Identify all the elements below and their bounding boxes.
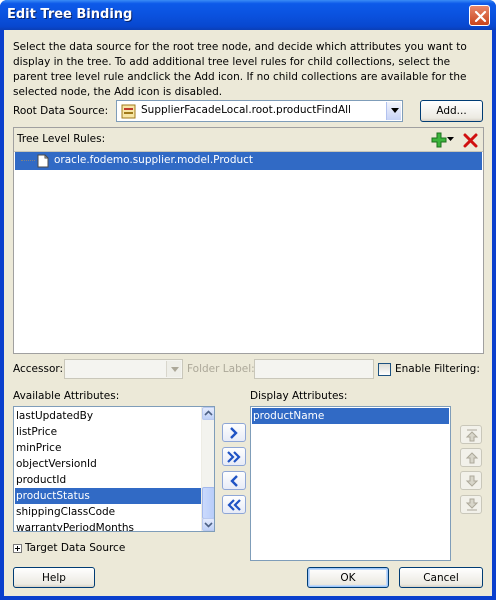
add-dropdown-icon[interactable] bbox=[447, 137, 454, 142]
scroll-down-button[interactable] bbox=[202, 518, 214, 531]
description-text: Select the data source for the root tree… bbox=[13, 41, 467, 98]
double-arrow-right-icon bbox=[227, 451, 241, 463]
chevron-up-icon bbox=[204, 410, 213, 416]
list-item[interactable]: objectVersionId bbox=[15, 456, 201, 472]
folder-label-input[interactable] bbox=[254, 359, 374, 379]
tree-level-rules-panel: Tree Level Rules: oracle.fodemo.supplier… bbox=[13, 127, 484, 354]
add-rule-icon[interactable] bbox=[431, 132, 447, 148]
list-item[interactable]: listPrice bbox=[15, 424, 201, 440]
tree-level-rules-label: Tree Level Rules: bbox=[17, 133, 106, 145]
cancel-button[interactable]: Cancel bbox=[399, 567, 483, 588]
chevron-down-icon bbox=[166, 361, 181, 377]
arrow-top-icon bbox=[465, 429, 479, 442]
close-icon bbox=[474, 10, 487, 23]
arrow-bottom-icon bbox=[465, 498, 479, 511]
list-item-selected[interactable]: productStatus bbox=[15, 488, 201, 504]
tree-connector bbox=[21, 160, 35, 161]
edit-tree-binding-dialog: Edit Tree Binding Select the data source… bbox=[0, 0, 496, 600]
tree-rule-label: oracle.fodemo.supplier.model.Product bbox=[54, 154, 254, 166]
arrow-down-icon bbox=[465, 475, 479, 487]
list-item[interactable]: minPrice bbox=[15, 440, 201, 456]
move-right-button[interactable] bbox=[222, 423, 246, 442]
list-item[interactable]: lastUpdatedBy bbox=[15, 408, 201, 424]
arrow-left-icon bbox=[230, 475, 238, 487]
display-attributes-list[interactable]: productName bbox=[250, 406, 451, 561]
root-data-source-value: SupplierFacadeLocal.root.productFindAll bbox=[141, 104, 351, 116]
folder-label-label: Folder Label: bbox=[187, 363, 255, 375]
root-data-source-select[interactable]: SupplierFacadeLocal.root.productFindAll bbox=[116, 100, 403, 122]
scroll-up-button[interactable] bbox=[202, 407, 214, 420]
data-control-icon bbox=[121, 104, 136, 119]
accessor-select[interactable] bbox=[64, 359, 183, 379]
arrow-right-icon bbox=[230, 427, 238, 439]
close-button[interactable] bbox=[469, 5, 490, 26]
title-bar[interactable]: Edit Tree Binding bbox=[0, 0, 496, 30]
move-bottom-button[interactable] bbox=[460, 495, 482, 514]
available-attributes-scrollbar[interactable] bbox=[201, 407, 214, 531]
move-all-right-button[interactable] bbox=[222, 447, 246, 466]
move-up-button[interactable] bbox=[460, 448, 482, 467]
dialog-title: Edit Tree Binding bbox=[7, 7, 133, 22]
list-item-selected[interactable]: productName bbox=[252, 408, 449, 424]
ok-button[interactable]: OK bbox=[307, 567, 389, 588]
dialog-body: Select the data source for the root tree… bbox=[4, 30, 492, 596]
chevron-down-icon bbox=[204, 522, 213, 528]
arrow-up-icon bbox=[465, 452, 479, 464]
tree-rule-row[interactable]: oracle.fodemo.supplier.model.Product bbox=[15, 152, 482, 170]
help-button[interactable]: Help bbox=[13, 567, 95, 588]
list-item[interactable]: productId bbox=[15, 472, 201, 488]
list-item[interactable]: shippingClassCode bbox=[15, 504, 201, 520]
expand-toggle[interactable] bbox=[13, 544, 22, 553]
file-icon bbox=[37, 154, 49, 168]
add-data-source-button[interactable]: Add... bbox=[420, 100, 483, 122]
enable-filtering-label: Enable Filtering: bbox=[395, 363, 480, 375]
enable-filtering-checkbox[interactable] bbox=[378, 363, 391, 376]
available-attributes-label: Available Attributes: bbox=[13, 390, 120, 402]
move-top-button[interactable] bbox=[460, 425, 482, 444]
available-attributes-list[interactable]: lastUpdatedBy listPrice minPrice objectV… bbox=[13, 406, 215, 532]
double-arrow-left-icon bbox=[227, 499, 241, 511]
accessor-label: Accessor: bbox=[13, 363, 64, 375]
chevron-down-icon bbox=[386, 102, 401, 120]
move-all-left-button[interactable] bbox=[222, 495, 246, 514]
root-data-source-label: Root Data Source: bbox=[13, 105, 109, 117]
plus-icon bbox=[15, 546, 20, 551]
move-left-button[interactable] bbox=[222, 471, 246, 490]
list-item[interactable]: warrantyPeriodMonths bbox=[15, 520, 201, 531]
move-down-button[interactable] bbox=[460, 471, 482, 490]
target-data-source-label[interactable]: Target Data Source bbox=[25, 542, 125, 554]
tree-level-rules-header: Tree Level Rules: bbox=[14, 128, 483, 152]
scroll-thumb[interactable] bbox=[202, 487, 214, 519]
display-attributes-label: Display Attributes: bbox=[250, 390, 348, 402]
delete-rule-icon[interactable] bbox=[463, 132, 479, 148]
